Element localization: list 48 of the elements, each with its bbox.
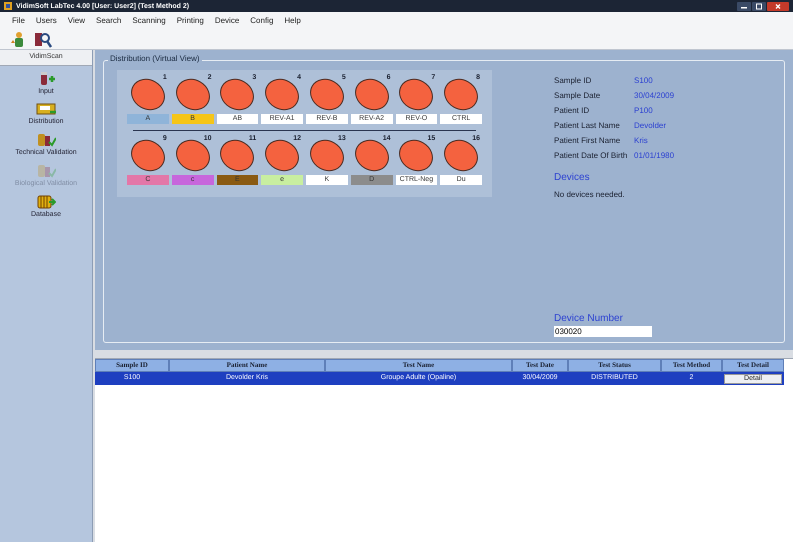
device-number-label: Device Number	[554, 312, 624, 326]
well-drawing	[354, 139, 390, 172]
well-drawing	[174, 78, 211, 111]
menu-item[interactable]: Scanning	[132, 15, 166, 27]
well-drawing	[174, 139, 211, 172]
menu-item[interactable]: File	[12, 15, 25, 27]
well-drawing	[130, 139, 166, 172]
field-label: Sample ID	[554, 75, 592, 87]
well-drawing	[354, 78, 390, 111]
field-label: Patient ID	[554, 105, 590, 117]
close-icon[interactable]	[767, 2, 789, 10]
menu-item[interactable]: Device	[214, 15, 240, 27]
well-drawing	[308, 78, 345, 111]
well-drawing	[219, 78, 256, 111]
field-value: Devolder	[634, 120, 666, 132]
field-label: Sample Date	[554, 90, 602, 102]
field-value: S100	[634, 75, 653, 87]
well-drawing	[443, 78, 480, 111]
well-drawing	[130, 78, 166, 111]
app-icon	[4, 2, 12, 10]
field-value: 30/04/2009	[634, 90, 674, 102]
menu-item[interactable]: Help	[284, 15, 301, 27]
devices-message: No devices needed.	[554, 189, 626, 201]
well-drawing	[398, 78, 434, 111]
well-drawing	[308, 139, 345, 172]
search-icon[interactable]	[34, 30, 52, 48]
database-icon[interactable]	[36, 192, 56, 210]
minimize-icon[interactable]	[737, 2, 751, 10]
group-title: Distribution (Virtual View)	[108, 55, 202, 63]
well-drawing	[398, 139, 434, 172]
well-drawing	[219, 139, 256, 172]
maximize-icon[interactable]	[752, 2, 766, 10]
well-drawing	[264, 139, 300, 172]
field-label: Patient Last Name	[554, 120, 621, 132]
menu-item[interactable]: Config	[250, 15, 274, 27]
device-number-field[interactable]: 030020	[554, 326, 652, 337]
field-value: 01/01/1980	[634, 150, 674, 162]
field-value: Kris	[634, 135, 648, 147]
well-drawing	[443, 139, 480, 172]
well-drawing	[264, 78, 300, 111]
menu-item[interactable]: View	[68, 15, 85, 27]
menu-item[interactable]: Search	[96, 15, 122, 27]
field-label: Patient Date Of Birth	[554, 150, 628, 162]
field-label: Patient First Name	[554, 135, 622, 147]
field-value: P100	[634, 105, 653, 117]
menu-item[interactable]: Printing	[176, 15, 204, 27]
devices-heading: Devices	[554, 171, 591, 185]
menu-item[interactable]: Users	[36, 15, 57, 27]
